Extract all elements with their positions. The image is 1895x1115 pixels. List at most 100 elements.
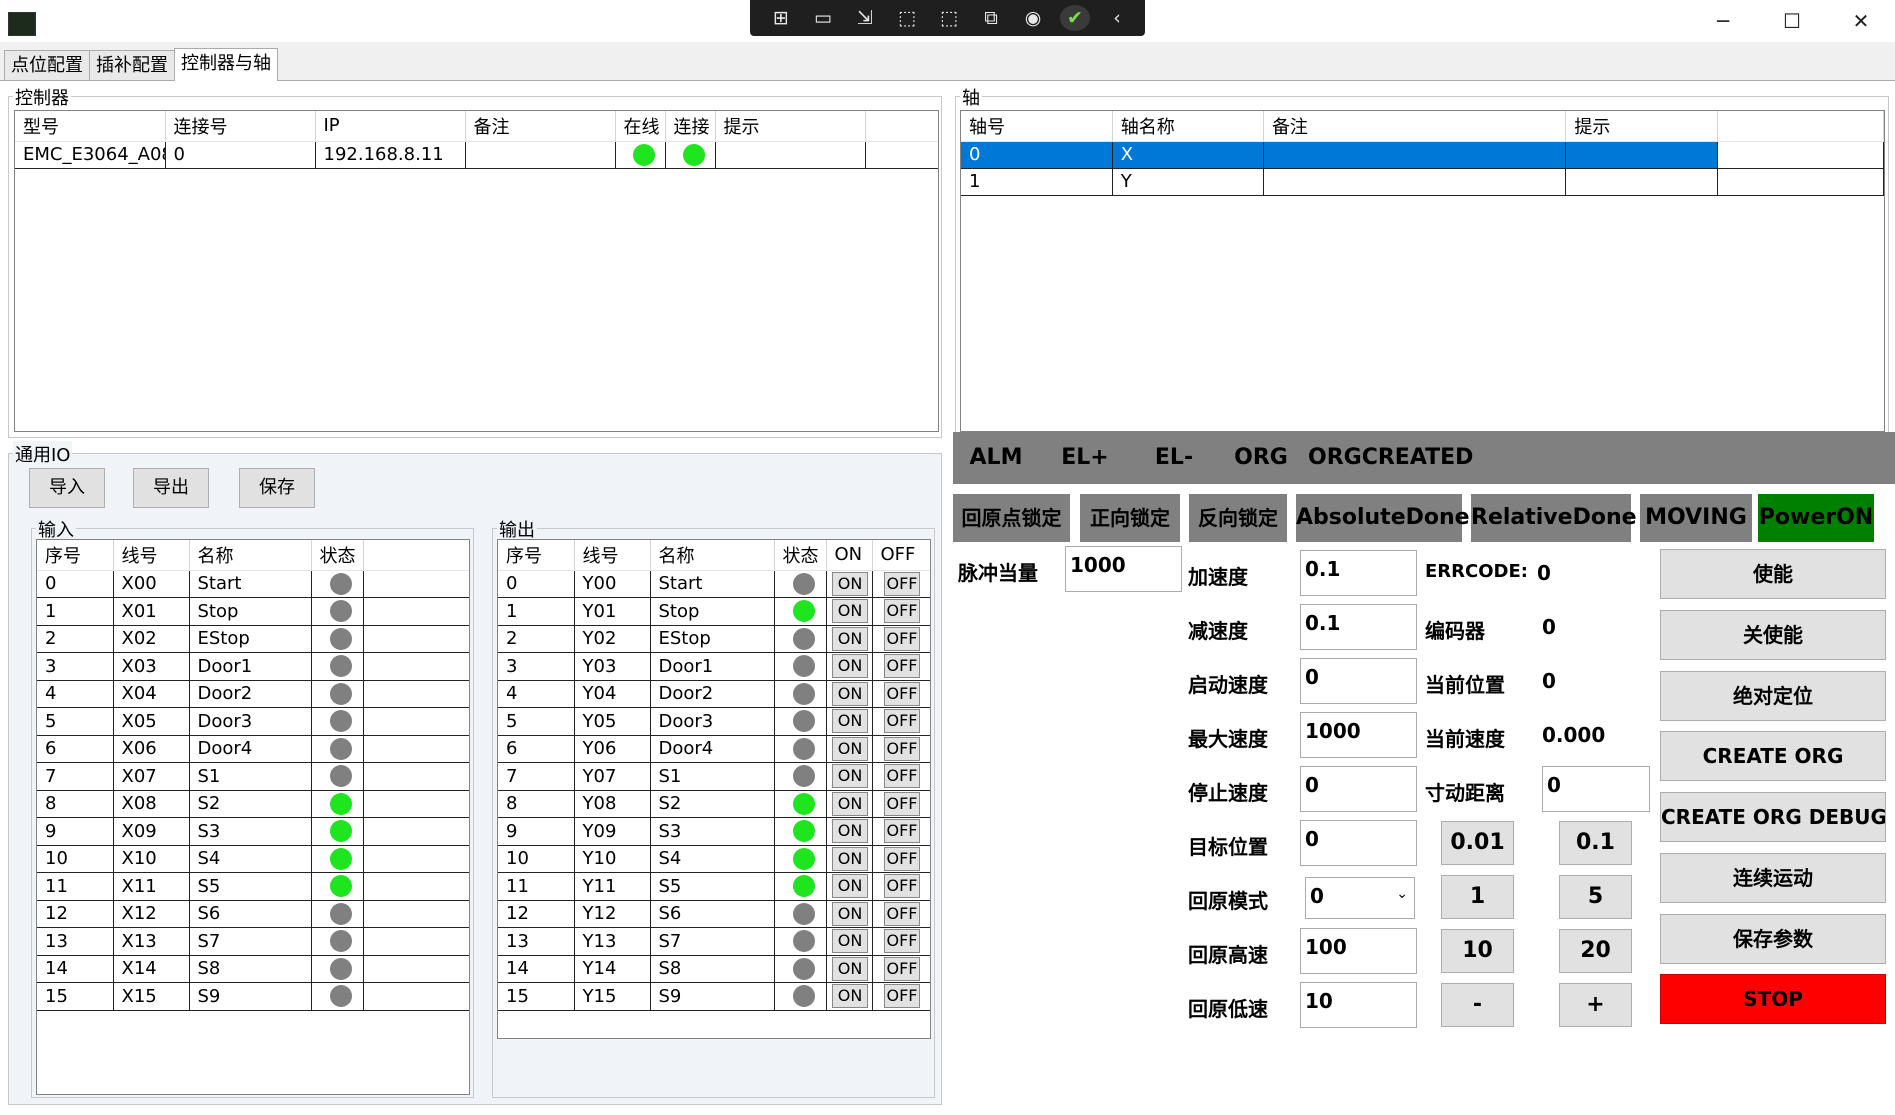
close-button[interactable]: ✕: [1836, 6, 1886, 36]
pulse-input[interactable]: 1000: [1065, 546, 1182, 592]
table-row[interactable]: 4 X04 Door2: [37, 680, 469, 708]
table-row[interactable]: 8 X08 S2: [37, 790, 469, 818]
output-on-button[interactable]: ON: [832, 599, 868, 624]
absolute-move-button[interactable]: 绝对定位: [1660, 671, 1886, 721]
col-in-name[interactable]: 名称: [189, 540, 312, 571]
output-on-button[interactable]: ON: [832, 984, 868, 1009]
output-off-button[interactable]: OFF: [884, 571, 920, 596]
col-model[interactable]: 型号: [15, 111, 166, 142]
minimize-button[interactable]: ─: [1698, 6, 1748, 36]
table-row[interactable]: 0 Y00 Start ON OFF: [498, 570, 930, 598]
col-in-index[interactable]: 序号: [37, 540, 114, 571]
collapse-icon[interactable]: ‹: [1102, 5, 1132, 31]
table-row[interactable]: EMC_E3064_A08 0 192.168.8.11: [15, 141, 938, 169]
controller-grid[interactable]: 型号 连接号 IP 备注 在线 连接 提示 EMC_E3064_A08 0 19…: [14, 110, 939, 432]
accessibility-icon[interactable]: ◉: [1018, 5, 1048, 31]
home-low-input[interactable]: 10: [1300, 982, 1417, 1028]
output-off-button[interactable]: OFF: [884, 874, 920, 899]
table-row[interactable]: 7 Y07 S1 ON OFF: [498, 762, 930, 791]
table-row[interactable]: 6 Y06 Door4 ON OFF: [498, 735, 930, 763]
jog-input[interactable]: 0: [1542, 766, 1650, 812]
col-out-off[interactable]: OFF: [872, 540, 930, 571]
max-speed-input[interactable]: 1000: [1300, 712, 1417, 758]
maximize-button[interactable]: ☐: [1767, 6, 1817, 36]
import-button[interactable]: 导入: [29, 468, 105, 508]
home-high-input[interactable]: 100: [1300, 928, 1417, 974]
output-on-button[interactable]: ON: [832, 929, 868, 954]
output-on-button[interactable]: ON: [832, 846, 868, 871]
step-1-button[interactable]: 1: [1441, 875, 1514, 919]
output-on-button[interactable]: ON: [832, 709, 868, 734]
table-row[interactable]: 6 X06 Door4: [37, 735, 469, 763]
table-row[interactable]: 3 X03 Door1: [37, 652, 469, 681]
col-out-state[interactable]: 状态: [774, 540, 827, 571]
table-row[interactable]: 8 Y08 S2 ON OFF: [498, 790, 930, 818]
step-0.1-button[interactable]: 0.1: [1559, 821, 1632, 865]
cursor-select-icon[interactable]: ⇲: [850, 5, 880, 31]
output-off-button[interactable]: OFF: [884, 681, 920, 706]
stop-button[interactable]: STOP: [1660, 974, 1886, 1024]
table-row[interactable]: 3 Y03 Door1 ON OFF: [498, 652, 930, 681]
tab-controller-axis[interactable]: 控制器与轴: [174, 48, 278, 81]
table-row[interactable]: 15 Y15 S9 ON OFF: [498, 982, 930, 1011]
col-in-line[interactable]: 线号: [113, 540, 190, 571]
create-org-button[interactable]: CREATE ORG: [1660, 731, 1886, 781]
enable-button[interactable]: 使能: [1660, 549, 1886, 599]
col-out-name[interactable]: 名称: [650, 540, 775, 571]
output-off-button[interactable]: OFF: [884, 819, 920, 844]
axis-grid[interactable]: 轴号 轴名称 备注 提示 0 X 1 Y: [960, 110, 1885, 432]
create-org-debug-button[interactable]: CREATE ORG DEBUG: [1660, 792, 1886, 842]
table-row[interactable]: 10 Y10 S4 ON OFF: [498, 845, 930, 873]
table-row[interactable]: 14 Y14 S8 ON OFF: [498, 955, 930, 983]
col-online[interactable]: 在线: [615, 111, 666, 142]
table-row[interactable]: 0 X: [961, 141, 1884, 169]
disable-button[interactable]: 关使能: [1660, 610, 1886, 660]
decel-input[interactable]: 0.1: [1300, 604, 1417, 650]
col-connected[interactable]: 连接: [665, 111, 716, 142]
continuous-move-button[interactable]: 连续运动: [1660, 853, 1886, 903]
col-in-state[interactable]: 状态: [311, 540, 364, 571]
start-speed-input[interactable]: 0: [1300, 658, 1417, 704]
table-row[interactable]: 13 X13 S7: [37, 927, 469, 956]
output-off-button[interactable]: OFF: [884, 929, 920, 954]
save-params-button[interactable]: 保存参数: [1660, 914, 1886, 964]
output-on-button[interactable]: ON: [832, 764, 868, 789]
table-row[interactable]: 11 X11 S5: [37, 872, 469, 901]
video-icon[interactable]: ▭: [808, 5, 838, 31]
table-row[interactable]: 12 X12 S6: [37, 900, 469, 928]
col-axis-note[interactable]: 备注: [1263, 111, 1567, 142]
output-on-button[interactable]: ON: [832, 791, 868, 816]
col-axis-hint[interactable]: 提示: [1565, 111, 1718, 142]
output-grid[interactable]: 序号 线号 名称 状态 ON OFF 0 Y00 Start ON OFF 1 Y01 Sto…: [497, 539, 931, 1039]
table-row[interactable]: 1 Y: [961, 168, 1884, 196]
output-off-button[interactable]: OFF: [884, 709, 920, 734]
table-row[interactable]: 4 Y04 Door2 ON OFF: [498, 680, 930, 708]
col-hint[interactable]: 提示: [715, 111, 866, 142]
table-row[interactable]: 13 Y13 S7 ON OFF: [498, 927, 930, 956]
check-icon[interactable]: ✔: [1060, 5, 1090, 31]
output-off-button[interactable]: OFF: [884, 736, 920, 761]
output-on-button[interactable]: ON: [832, 819, 868, 844]
table-row[interactable]: 14 X14 S8: [37, 955, 469, 983]
table-row[interactable]: 5 Y05 Door3 ON OFF: [498, 707, 930, 736]
output-on-button[interactable]: ON: [832, 681, 868, 706]
output-off-button[interactable]: OFF: [884, 901, 920, 926]
col-out-on[interactable]: ON: [826, 540, 873, 571]
output-on-button[interactable]: ON: [832, 626, 868, 651]
gear-window-icon[interactable]: ⊞: [766, 5, 796, 31]
export-button[interactable]: 导出: [133, 468, 209, 508]
output-on-button[interactable]: ON: [832, 654, 868, 679]
table-row[interactable]: 12 Y12 S6 ON OFF: [498, 900, 930, 928]
table-row[interactable]: 1 Y01 Stop ON OFF: [498, 597, 930, 626]
region-select-icon[interactable]: ⬚: [934, 5, 964, 31]
output-on-button[interactable]: ON: [832, 874, 868, 899]
output-off-button[interactable]: OFF: [884, 626, 920, 651]
tab-point-config[interactable]: 点位配置: [4, 50, 90, 81]
output-on-button[interactable]: ON: [832, 736, 868, 761]
output-off-button[interactable]: OFF: [884, 956, 920, 981]
col-ip[interactable]: IP: [315, 111, 466, 142]
table-row[interactable]: 2 Y02 EStop ON OFF: [498, 625, 930, 653]
tab-interp-config[interactable]: 插补配置: [89, 50, 175, 81]
table-row[interactable]: 15 X15 S9: [37, 982, 469, 1011]
target-input[interactable]: 0: [1300, 820, 1417, 866]
